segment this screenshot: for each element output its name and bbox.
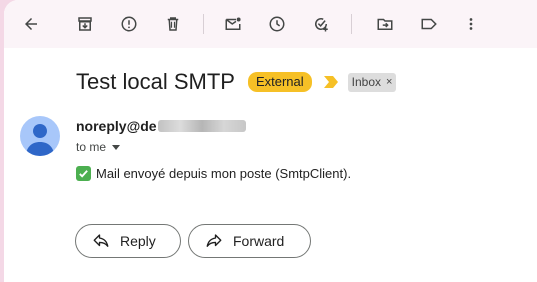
recipient-details-toggle[interactable]: to me: [76, 140, 121, 154]
snooze-icon[interactable]: [264, 11, 290, 37]
forward-icon: [206, 234, 222, 247]
forward-label: Forward: [233, 233, 285, 249]
sender-address[interactable]: noreply@de: [76, 118, 246, 134]
forward-button[interactable]: Forward: [188, 224, 311, 258]
remove-label-icon[interactable]: ×: [386, 75, 392, 90]
add-to-tasks-icon[interactable]: [308, 11, 334, 37]
subject-row: Test local SMTP External Inbox ×: [76, 66, 397, 98]
archive-icon[interactable]: [72, 11, 98, 37]
inbox-label: Inbox ×: [347, 72, 397, 92]
toolbar-divider: [203, 14, 204, 34]
chevron-down-icon: [112, 144, 121, 150]
inbox-label-text: Inbox: [351, 74, 381, 89]
more-vert-icon[interactable]: [458, 11, 484, 37]
email-body: Mail envoyé depuis mon poste (SmtpClient…: [76, 166, 351, 181]
move-to-icon[interactable]: [372, 11, 398, 37]
reply-icon: [93, 234, 109, 247]
email-subject: Test local SMTP: [76, 69, 235, 94]
avatar: [20, 116, 60, 156]
label-icon[interactable]: [416, 11, 442, 37]
email-body-text: Mail envoyé depuis mon poste (SmtpClient…: [96, 166, 352, 181]
redacted-text: [157, 120, 246, 132]
message-toolbar: [4, 0, 537, 48]
recipient-text: to me: [76, 140, 107, 154]
mark-unread-icon[interactable]: [220, 11, 246, 37]
check-mark-icon: [76, 166, 91, 181]
reply-label: Reply: [120, 233, 156, 249]
sender-text: noreply@de: [76, 118, 157, 134]
back-arrow-icon[interactable]: [18, 11, 44, 37]
toolbar-divider: [351, 14, 352, 34]
report-spam-icon[interactable]: [116, 11, 142, 37]
external-badge[interactable]: External: [247, 72, 312, 92]
reply-button[interactable]: Reply: [75, 224, 181, 258]
importance-marker-icon[interactable]: [323, 76, 338, 88]
delete-icon[interactable]: [160, 11, 186, 37]
